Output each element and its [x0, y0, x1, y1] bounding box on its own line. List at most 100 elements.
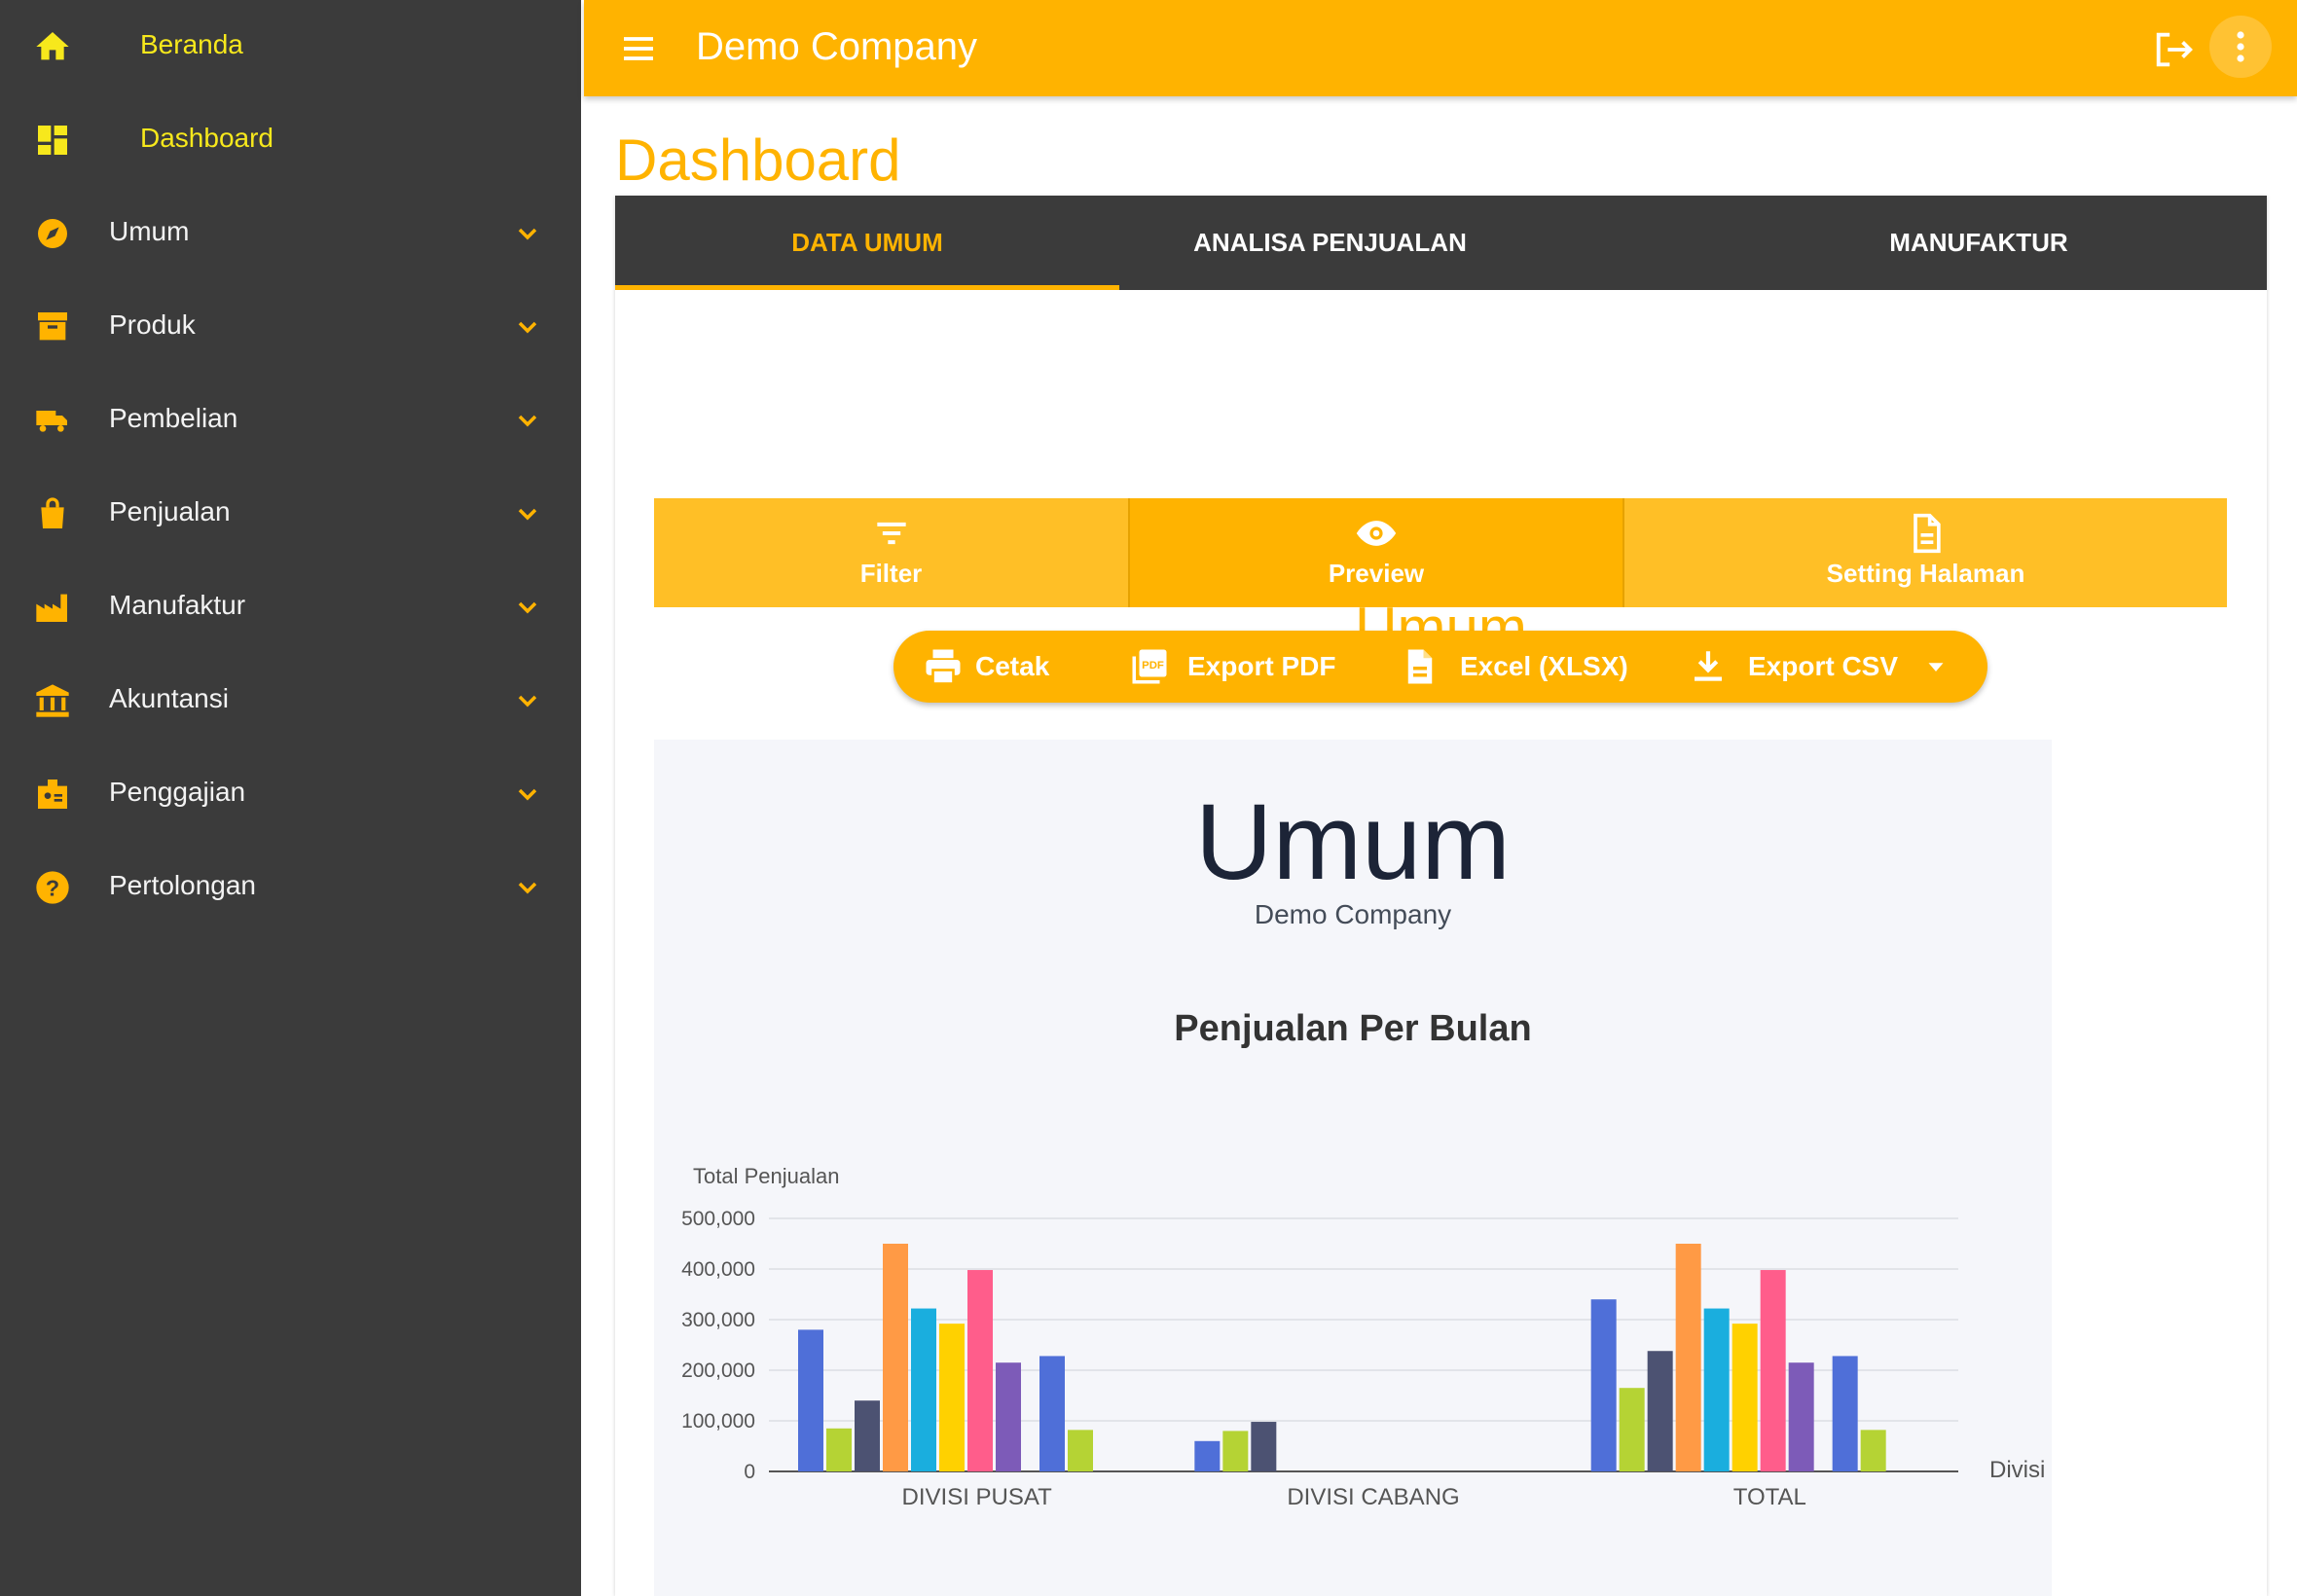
bar[interactable] — [883, 1244, 908, 1471]
bar[interactable] — [1068, 1430, 1093, 1471]
bar[interactable] — [798, 1329, 823, 1471]
sidebar-item-dashboard[interactable]: Dashboard — [0, 93, 581, 187]
sidebar-item-label: Pembelian — [109, 403, 238, 433]
svg-text:?: ? — [46, 875, 59, 900]
sidebar-item-label: Beranda — [140, 29, 243, 59]
export-csv-button[interactable]: Export CSV — [1688, 631, 1898, 703]
app-bar: Demo Company — [584, 0, 2297, 96]
bank-icon — [33, 681, 72, 720]
sidebar-item-akuntansi[interactable]: Akuntansi — [0, 654, 581, 747]
chevron-down-icon[interactable] — [510, 872, 545, 903]
truck-icon — [33, 401, 72, 440]
tab-data-umum[interactable]: DATA UMUM — [615, 196, 1119, 290]
bar[interactable] — [1194, 1440, 1221, 1471]
print-button[interactable]: Cetak — [923, 631, 1069, 703]
bar[interactable] — [1732, 1324, 1758, 1471]
chevron-down-icon[interactable] — [510, 498, 545, 529]
compass-icon — [33, 214, 72, 253]
bar[interactable] — [939, 1324, 965, 1471]
sidebar-item-label: Penggajian — [109, 777, 246, 807]
preview-label: Preview — [1328, 559, 1425, 588]
y-axis-label: Total Penjualan — [693, 1164, 839, 1188]
filter-icon — [870, 512, 913, 555]
sidebar-item-label: Produk — [109, 309, 196, 340]
y-tick-label: 400,000 — [681, 1258, 755, 1281]
export-csv-label: Export CSV — [1748, 651, 1899, 681]
shopping-bag-icon — [33, 494, 72, 533]
chevron-down-icon[interactable] — [510, 311, 545, 343]
svg-text:PDF: PDF — [1142, 660, 1164, 671]
tab-analisa-penjualan[interactable]: ANALISA PENJUALAN — [1119, 196, 1541, 290]
preview-button[interactable]: Preview — [1130, 498, 1622, 607]
bar[interactable] — [1647, 1351, 1673, 1471]
sidebar-item-pertolongan[interactable]: ? Pertolongan — [0, 841, 581, 934]
export-pdf-button[interactable]: PDF Export PDF — [1129, 631, 1363, 703]
bar[interactable] — [1619, 1388, 1645, 1471]
printer-icon — [923, 646, 964, 687]
sidebar-item-pembelian[interactable]: Pembelian — [0, 374, 581, 467]
setting-halaman-label: Setting Halaman — [1826, 559, 2025, 588]
bar[interactable] — [1675, 1244, 1701, 1471]
bar[interactable] — [1788, 1362, 1814, 1471]
pdf-icon: PDF — [1129, 646, 1170, 687]
logout-icon[interactable] — [2151, 27, 2196, 72]
bar[interactable] — [911, 1308, 936, 1471]
x-tick-label: DIVISI PUSAT — [902, 1484, 1053, 1510]
badge-icon — [33, 775, 72, 814]
bar[interactable] — [996, 1362, 1021, 1471]
bar[interactable] — [855, 1400, 880, 1471]
bar[interactable] — [1251, 1422, 1277, 1471]
setting-halaman-button[interactable]: Setting Halaman — [1624, 498, 2227, 607]
bar[interactable] — [1760, 1270, 1786, 1471]
chevron-down-icon[interactable] — [510, 592, 545, 623]
bar[interactable] — [1703, 1308, 1730, 1471]
x-axis-label: Divisi — [1989, 1457, 2045, 1483]
y-tick-label: 500,000 — [681, 1208, 755, 1230]
caret-down-icon[interactable] — [1921, 652, 1951, 681]
chevron-down-icon[interactable] — [510, 405, 545, 436]
filter-button[interactable]: Filter — [654, 498, 1128, 607]
bar[interactable] — [1222, 1431, 1249, 1471]
report-preview: Umum Demo Company Penjualan Per Bulan To… — [654, 740, 2052, 1596]
more-vert-icon[interactable] — [2209, 16, 2272, 78]
sidebar-item-label: Penjualan — [109, 496, 231, 526]
y-tick-label: 300,000 — [681, 1309, 755, 1331]
y-tick-label: 0 — [744, 1461, 755, 1483]
sidebar-item-penggajian[interactable]: Penggajian — [0, 747, 581, 841]
bar[interactable] — [826, 1428, 852, 1471]
chevron-down-icon[interactable] — [510, 685, 545, 716]
tab-manufaktur[interactable]: MANUFAKTUR — [1833, 196, 2125, 290]
excel-button[interactable]: Excel (XLSX) — [1400, 631, 1633, 703]
excel-label: Excel (XLSX) — [1460, 651, 1628, 681]
active-tab-indicator — [615, 285, 1119, 290]
bar[interactable] — [1039, 1356, 1065, 1471]
y-tick-label: 200,000 — [681, 1360, 755, 1382]
sidebar-item-beranda[interactable]: Beranda — [0, 0, 581, 93]
sidebar: Beranda Dashboard Umum Produk Pembelian — [0, 0, 581, 1596]
tab-bar: DATA UMUM ANALISA PENJUALAN MANUFAKTUR — [615, 196, 2267, 290]
sidebar-item-manufaktur[interactable]: Manufaktur — [0, 561, 581, 654]
export-pdf-label: Export PDF — [1187, 651, 1336, 681]
download-icon — [1688, 646, 1729, 687]
company-name: Demo Company — [696, 25, 978, 68]
chevron-down-icon[interactable] — [510, 218, 545, 249]
eye-icon — [1355, 512, 1398, 555]
sidebar-item-penjualan[interactable]: Penjualan — [0, 467, 581, 561]
bar[interactable] — [1860, 1430, 1886, 1471]
sidebar-item-label: Dashboard — [140, 123, 273, 153]
home-icon — [33, 27, 72, 66]
bar[interactable] — [967, 1270, 993, 1471]
x-tick-label: TOTAL — [1733, 1484, 1806, 1510]
bar-chart: Total Penjualan Divisi 0 100,000 200,000 30… — [681, 1164, 2045, 1510]
bar[interactable] — [1590, 1299, 1617, 1471]
sidebar-item-label: Umum — [109, 216, 190, 246]
chevron-down-icon[interactable] — [510, 779, 545, 810]
sidebar-item-label: Pertolongan — [109, 870, 257, 900]
export-toolbar: Cetak PDF Export PDF Excel (XLSX) Export… — [893, 631, 1987, 703]
bar[interactable] — [1832, 1356, 1858, 1471]
factory-icon — [33, 588, 72, 627]
menu-icon[interactable] — [619, 29, 658, 68]
y-tick-label: 100,000 — [681, 1410, 755, 1433]
sidebar-item-umum[interactable]: Umum — [0, 187, 581, 280]
sidebar-item-produk[interactable]: Produk — [0, 280, 581, 374]
